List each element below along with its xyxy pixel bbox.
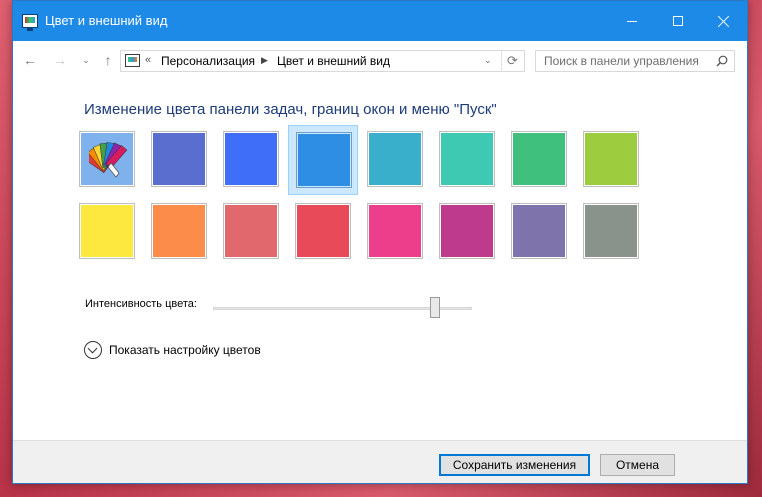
show-color-settings-toggle[interactable] [84, 341, 102, 359]
window-title: Цвет и внешний вид [45, 13, 168, 28]
color-swatch-aqua[interactable] [432, 125, 502, 195]
swatch-fill [439, 203, 495, 259]
close-button[interactable] [701, 1, 747, 41]
color-swatch-red[interactable] [288, 197, 358, 267]
swatch-fill [511, 203, 567, 259]
save-changes-button[interactable]: Сохранить изменения [439, 454, 590, 476]
intensity-slider-thumb[interactable] [429, 297, 440, 318]
swatch-color [369, 205, 421, 257]
swatch-color [225, 205, 277, 257]
search-icon[interactable] [716, 55, 728, 67]
color-swatch-blue[interactable] [216, 125, 286, 195]
address-bar[interactable]: « Персонализация ▶ Цвет и внешний вид ⌄ … [120, 50, 525, 72]
swatch-fill [295, 203, 351, 259]
cancel-button[interactable]: Отмена [600, 454, 675, 476]
swatch-fill [223, 131, 279, 187]
color-swatch-automatic[interactable] [72, 125, 142, 195]
show-color-settings-label[interactable]: Показать настройку цветов [109, 343, 261, 357]
swatch-color [81, 205, 133, 257]
address-dropdown-icon[interactable]: ⌄ [484, 55, 492, 66]
swatch-fill [367, 203, 423, 259]
breadcrumb-color-appearance[interactable]: Цвет и внешний вид [277, 54, 390, 68]
swatch-color [513, 205, 565, 257]
minimize-button[interactable] [609, 1, 655, 41]
dialog-footer: Сохранить изменения Отмена [13, 440, 747, 483]
swatch-fill [223, 203, 279, 259]
recent-locations-button[interactable]: ⌄ [77, 51, 95, 69]
swatch-color [369, 133, 421, 185]
swatch-fill [151, 203, 207, 259]
color-swatch-lavender[interactable] [504, 197, 574, 267]
color-swatch-indigo[interactable] [144, 125, 214, 195]
swatch-fill [367, 131, 423, 187]
swatch-fill [439, 131, 495, 187]
back-button[interactable]: ← [21, 51, 39, 69]
color-swatch-salmon[interactable] [216, 197, 286, 267]
minimize-icon [627, 20, 637, 22]
swatch-color [298, 134, 350, 186]
color-palette-icon [89, 142, 128, 178]
breadcrumb-overflow[interactable]: « [145, 54, 151, 66]
breadcrumb-personalization[interactable]: Персонализация [161, 54, 255, 68]
maximize-icon [673, 16, 683, 26]
breadcrumb-separator-icon[interactable]: ▶ [261, 55, 268, 66]
swatch-fill [151, 131, 207, 187]
color-swatch-lime[interactable] [576, 125, 646, 195]
color-swatch-yellow[interactable] [72, 197, 142, 267]
swatch-fill [583, 203, 639, 259]
swatch-fill [79, 131, 135, 187]
control-panel-window: Цвет и внешний вид ← → ⌄ ↑ « Персонализа… [12, 0, 748, 484]
swatch-color [297, 205, 349, 257]
swatch-color [225, 133, 277, 185]
intensity-label: Интенсивность цвета: [85, 298, 197, 310]
swatch-color [441, 133, 493, 185]
main-content: Изменение цвета панели задач, границ око… [13, 79, 747, 440]
control-panel-icon [22, 14, 38, 31]
swatch-color [153, 133, 205, 185]
navigation-bar: ← → ⌄ ↑ « Персонализация ▶ Цвет и внешни… [13, 41, 747, 79]
color-swatch-gray[interactable] [576, 197, 646, 267]
color-swatch-sky[interactable] [288, 125, 358, 195]
refresh-button[interactable]: ⟳ [507, 53, 518, 69]
close-icon [718, 15, 730, 27]
swatch-color [441, 205, 493, 257]
maximize-button[interactable] [655, 1, 701, 41]
page-heading: Изменение цвета панели задач, границ око… [84, 101, 497, 118]
color-swatch-pink[interactable] [360, 197, 430, 267]
swatch-color [153, 205, 205, 257]
swatch-fill [296, 132, 352, 188]
color-swatch-magenta[interactable] [432, 197, 502, 267]
search-box[interactable]: Поиск в панели управления [535, 50, 735, 72]
up-button[interactable]: ↑ [99, 51, 117, 69]
forward-button[interactable]: → [51, 51, 69, 69]
swatch-color [81, 133, 133, 185]
chevron-down-icon [87, 343, 98, 354]
title-bar[interactable]: Цвет и внешний вид [13, 1, 747, 41]
address-divider [501, 51, 502, 71]
color-swatch-green[interactable] [504, 125, 574, 195]
swatch-color [585, 205, 637, 257]
swatch-color [513, 133, 565, 185]
swatch-fill [79, 203, 135, 259]
swatch-color [585, 133, 637, 185]
search-input[interactable]: Поиск в панели управления [544, 54, 699, 68]
control-panel-icon [125, 54, 140, 67]
color-swatch-teal[interactable] [360, 125, 430, 195]
swatch-fill [583, 131, 639, 187]
swatch-fill [511, 131, 567, 187]
color-swatch-orange[interactable] [144, 197, 214, 267]
